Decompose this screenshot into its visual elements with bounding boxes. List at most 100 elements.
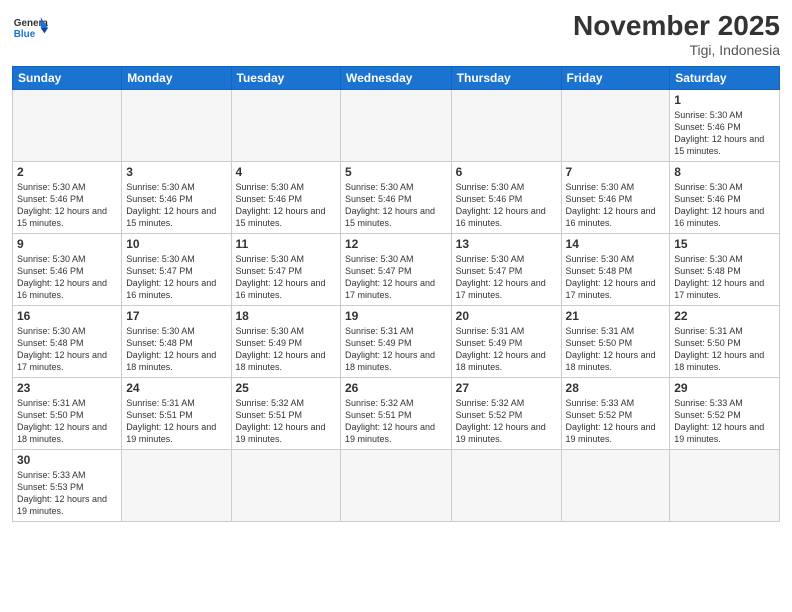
calendar-day: 12 Sunrise: 5:30 AM Sunset: 5:47 PM Dayli…	[340, 234, 451, 306]
calendar-day: 1 Sunrise: 5:30 AM Sunset: 5:46 PM Daylig…	[670, 90, 780, 162]
calendar-day	[340, 90, 451, 162]
header-saturday: Saturday	[670, 67, 780, 90]
calendar-day: 22 Sunrise: 5:31 AM Sunset: 5:50 PM Dayli…	[670, 306, 780, 378]
day-number: 14	[566, 237, 666, 251]
day-number: 7	[566, 165, 666, 179]
day-number: 21	[566, 309, 666, 323]
header-thursday: Thursday	[451, 67, 561, 90]
calendar-day: 24 Sunrise: 5:31 AM Sunset: 5:51 PM Dayli…	[122, 378, 231, 450]
calendar-day: 30Sunrise: 5:33 AM Sunset: 5:53 PM Dayli…	[13, 450, 122, 522]
day-number: 9	[17, 237, 117, 251]
day-info: Sunrise: 5:32 AM Sunset: 5:52 PM Dayligh…	[456, 397, 557, 446]
calendar-day: 25 Sunrise: 5:32 AM Sunset: 5:51 PM Dayli…	[231, 378, 340, 450]
calendar-day: 11 Sunrise: 5:30 AM Sunset: 5:47 PM Dayli…	[231, 234, 340, 306]
day-number: 2	[17, 165, 117, 179]
header-wednesday: Wednesday	[340, 67, 451, 90]
calendar-day	[122, 90, 231, 162]
day-number: 30	[17, 453, 117, 467]
day-number: 19	[345, 309, 447, 323]
calendar-day: 7 Sunrise: 5:30 AM Sunset: 5:46 PM Daylig…	[561, 162, 670, 234]
day-info: Sunrise: 5:31 AM Sunset: 5:50 PM Dayligh…	[674, 325, 775, 374]
day-number: 1	[674, 93, 775, 107]
calendar-day: 15Sunrise: 5:30 AM Sunset: 5:48 PM Dayli…	[670, 234, 780, 306]
day-number: 10	[126, 237, 226, 251]
day-info: Sunrise: 5:32 AM Sunset: 5:51 PM Dayligh…	[236, 397, 336, 446]
calendar-day: 9 Sunrise: 5:30 AM Sunset: 5:46 PM Daylig…	[13, 234, 122, 306]
day-number: 8	[674, 165, 775, 179]
calendar-day: 28 Sunrise: 5:33 AM Sunset: 5:52 PM Dayli…	[561, 378, 670, 450]
calendar-day: 14 Sunrise: 5:30 AM Sunset: 5:48 PM Dayli…	[561, 234, 670, 306]
calendar-table: Sunday Monday Tuesday Wednesday Thursday…	[12, 66, 780, 522]
day-info: Sunrise: 5:30 AM Sunset: 5:47 PM Dayligh…	[345, 253, 447, 302]
day-number: 26	[345, 381, 447, 395]
day-info: Sunrise: 5:31 AM Sunset: 5:50 PM Dayligh…	[17, 397, 117, 446]
day-info: Sunrise: 5:31 AM Sunset: 5:49 PM Dayligh…	[456, 325, 557, 374]
day-number: 5	[345, 165, 447, 179]
day-info: Sunrise: 5:31 AM Sunset: 5:50 PM Dayligh…	[566, 325, 666, 374]
calendar-day: 27Sunrise: 5:32 AM Sunset: 5:52 PM Dayli…	[451, 378, 561, 450]
header-friday: Friday	[561, 67, 670, 90]
day-info: Sunrise: 5:30 AM Sunset: 5:48 PM Dayligh…	[674, 253, 775, 302]
logo: General Blue	[12, 10, 48, 46]
day-number: 22	[674, 309, 775, 323]
calendar-day: 29 Sunrise: 5:33 AM Sunset: 5:52 PM Dayli…	[670, 378, 780, 450]
day-info: Sunrise: 5:30 AM Sunset: 5:46 PM Dayligh…	[126, 181, 226, 230]
calendar-day	[561, 90, 670, 162]
logo-icon: General Blue	[12, 10, 48, 46]
day-info: Sunrise: 5:33 AM Sunset: 5:52 PM Dayligh…	[674, 397, 775, 446]
day-info: Sunrise: 5:30 AM Sunset: 5:48 PM Dayligh…	[566, 253, 666, 302]
day-info: Sunrise: 5:30 AM Sunset: 5:46 PM Dayligh…	[236, 181, 336, 230]
calendar-day: 5 Sunrise: 5:30 AM Sunset: 5:46 PM Daylig…	[340, 162, 451, 234]
day-info: Sunrise: 5:33 AM Sunset: 5:52 PM Dayligh…	[566, 397, 666, 446]
day-info: Sunrise: 5:30 AM Sunset: 5:46 PM Dayligh…	[674, 181, 775, 230]
day-number: 17	[126, 309, 226, 323]
day-number: 11	[236, 237, 336, 251]
calendar-day	[451, 450, 561, 522]
day-number: 12	[345, 237, 447, 251]
day-info: Sunrise: 5:31 AM Sunset: 5:49 PM Dayligh…	[345, 325, 447, 374]
calendar-day: 2Sunrise: 5:30 AM Sunset: 5:46 PM Daylig…	[13, 162, 122, 234]
header-tuesday: Tuesday	[231, 67, 340, 90]
calendar-day: 18Sunrise: 5:30 AM Sunset: 5:49 PM Dayli…	[231, 306, 340, 378]
day-number: 20	[456, 309, 557, 323]
day-info: Sunrise: 5:30 AM Sunset: 5:48 PM Dayligh…	[17, 325, 117, 374]
weekday-header-row: Sunday Monday Tuesday Wednesday Thursday…	[13, 67, 780, 90]
header-sunday: Sunday	[13, 67, 122, 90]
title-block: November 2025 Tigi, Indonesia	[573, 10, 780, 58]
calendar-day	[451, 90, 561, 162]
header-monday: Monday	[122, 67, 231, 90]
calendar-day: 10 Sunrise: 5:30 AM Sunset: 5:47 PM Dayli…	[122, 234, 231, 306]
day-info: Sunrise: 5:30 AM Sunset: 5:48 PM Dayligh…	[126, 325, 226, 374]
calendar-day: 23 Sunrise: 5:31 AM Sunset: 5:50 PM Dayli…	[13, 378, 122, 450]
calendar-day: 6 Sunrise: 5:30 AM Sunset: 5:46 PM Daylig…	[451, 162, 561, 234]
day-info: Sunrise: 5:30 AM Sunset: 5:46 PM Dayligh…	[17, 253, 117, 302]
calendar-day: 16 Sunrise: 5:30 AM Sunset: 5:48 PM Dayli…	[13, 306, 122, 378]
day-info: Sunrise: 5:30 AM Sunset: 5:47 PM Dayligh…	[126, 253, 226, 302]
calendar-day	[231, 450, 340, 522]
day-number: 16	[17, 309, 117, 323]
day-info: Sunrise: 5:30 AM Sunset: 5:46 PM Dayligh…	[456, 181, 557, 230]
day-number: 29	[674, 381, 775, 395]
day-info: Sunrise: 5:30 AM Sunset: 5:46 PM Dayligh…	[345, 181, 447, 230]
calendar-day: 19 Sunrise: 5:31 AM Sunset: 5:49 PM Dayli…	[340, 306, 451, 378]
calendar-day	[122, 450, 231, 522]
day-number: 23	[17, 381, 117, 395]
day-info: Sunrise: 5:30 AM Sunset: 5:47 PM Dayligh…	[236, 253, 336, 302]
calendar-day	[340, 450, 451, 522]
calendar-day: 8 Sunrise: 5:30 AM Sunset: 5:46 PM Daylig…	[670, 162, 780, 234]
svg-text:Blue: Blue	[14, 29, 36, 40]
day-number: 28	[566, 381, 666, 395]
calendar-day	[561, 450, 670, 522]
day-info: Sunrise: 5:30 AM Sunset: 5:46 PM Dayligh…	[566, 181, 666, 230]
calendar-day: 17 Sunrise: 5:30 AM Sunset: 5:48 PM Dayli…	[122, 306, 231, 378]
calendar-day: 4 Sunrise: 5:30 AM Sunset: 5:46 PM Daylig…	[231, 162, 340, 234]
day-info: Sunrise: 5:31 AM Sunset: 5:51 PM Dayligh…	[126, 397, 226, 446]
day-number: 13	[456, 237, 557, 251]
day-number: 4	[236, 165, 336, 179]
day-number: 25	[236, 381, 336, 395]
calendar-day	[670, 450, 780, 522]
day-number: 24	[126, 381, 226, 395]
location: Tigi, Indonesia	[573, 42, 780, 58]
day-info: Sunrise: 5:30 AM Sunset: 5:46 PM Dayligh…	[674, 109, 775, 158]
day-number: 6	[456, 165, 557, 179]
